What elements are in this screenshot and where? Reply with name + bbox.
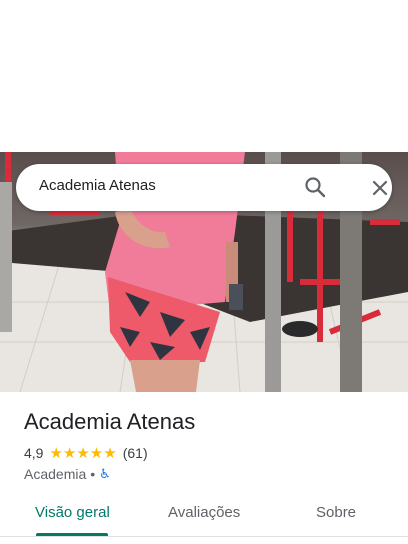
star-rating-icon: ★★★★★ — [49, 444, 117, 462]
search-input[interactable]: Academia Atenas — [39, 177, 156, 194]
rating-value: 4,9 — [24, 445, 44, 461]
tab-about[interactable]: Sobre — [316, 504, 356, 521]
close-icon[interactable] — [370, 178, 390, 198]
rating-row[interactable]: 4,9 ★★★★★ (61) — [24, 443, 148, 463]
top-blank-area — [0, 0, 408, 152]
review-count[interactable]: (61) — [123, 445, 148, 461]
search-bar[interactable]: Academia Atenas — [16, 164, 392, 211]
category-label: Academia — [24, 466, 87, 482]
tab-bar: Visão geral Avaliações Sobre — [0, 496, 408, 537]
wheelchair-accessible-icon: ♿ — [99, 466, 111, 481]
tab-overview[interactable]: Visão geral — [35, 504, 110, 521]
category-row: Academia • ♿ — [24, 465, 111, 483]
search-icon[interactable] — [304, 176, 326, 198]
place-title: Academia Atenas — [24, 409, 196, 434]
tab-reviews[interactable]: Avaliações — [168, 504, 240, 521]
active-tab-indicator — [36, 533, 108, 536]
separator-dot: • — [90, 466, 96, 482]
